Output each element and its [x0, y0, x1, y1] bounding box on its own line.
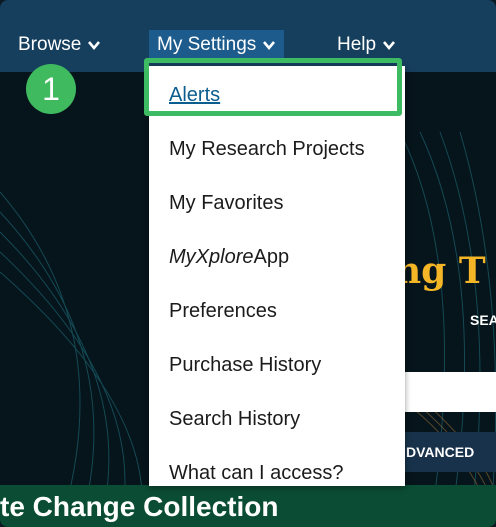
nav-help-label: Help [337, 34, 377, 55]
menu-item-my-favorites[interactable]: My Favorites [149, 176, 405, 230]
search-input[interactable] [405, 372, 496, 412]
nav-my-settings-label: My Settings [157, 34, 257, 55]
menu-item-label: Purchase History [169, 353, 322, 376]
menu-item-what-can-i-access[interactable]: What can I access? [149, 446, 405, 500]
chevron-down-icon [88, 41, 101, 51]
nav-browse-label: Browse [18, 34, 82, 55]
menu-item-label-rest: App [253, 245, 290, 268]
menu-item-label: Preferences [169, 299, 277, 322]
menu-item-myxplore-app[interactable]: MyXplore App [149, 230, 405, 284]
menu-item-purchase-history[interactable]: Purchase History [149, 338, 405, 392]
menu-item-my-research-projects[interactable]: My Research Projects [149, 122, 405, 176]
screenshot-frame: Browse My Settings Help ng T SEA DVANCED… [0, 0, 496, 527]
advanced-search-button[interactable]: DVANCED [400, 432, 496, 472]
hero-title: ng T [395, 250, 486, 292]
menu-item-label: Search History [169, 407, 301, 430]
menu-item-label-italic: MyXplore [169, 245, 254, 268]
advanced-search-label: DVANCED [406, 444, 475, 460]
nav-my-settings[interactable]: My Settings [149, 30, 285, 60]
step-badge: 1 [26, 64, 76, 114]
menu-item-label: What can I access? [169, 461, 344, 484]
chevron-down-icon [263, 41, 276, 51]
chevron-down-icon [383, 41, 396, 51]
my-settings-dropdown: Alerts My Research Projects My Favorites… [149, 66, 405, 486]
alerts-highlight-box [144, 58, 402, 116]
menu-item-preferences[interactable]: Preferences [149, 284, 405, 338]
menu-item-search-history[interactable]: Search History [149, 392, 405, 446]
search-heading: SEA [470, 312, 496, 328]
nav-help[interactable]: Help [337, 30, 396, 60]
nav-browse[interactable]: Browse [18, 30, 101, 60]
menu-item-label: My Research Projects [169, 137, 365, 160]
menu-item-label: My Favorites [169, 191, 284, 214]
